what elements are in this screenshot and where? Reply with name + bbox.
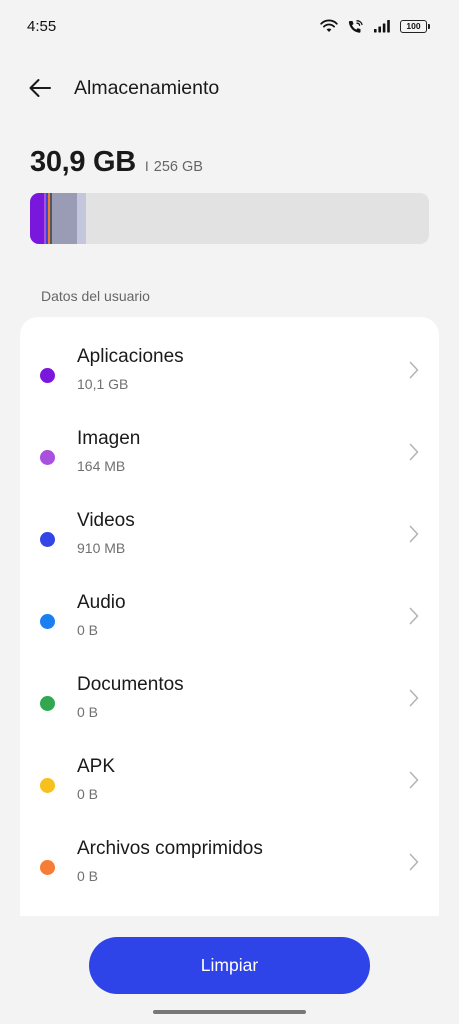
category-name: Aplicaciones [77,346,184,367]
arrow-left-icon [28,78,52,103]
storage-summary: 30,9 GB I 256 GB [30,146,203,179]
storage-bar-segment [30,193,44,244]
chevron-right-icon [409,689,419,712]
category-item-audio[interactable]: Audio 0 B [20,572,439,654]
status-icons: 100 [320,19,430,34]
chevron-right-icon [409,443,419,466]
category-size: 0 B [77,704,99,720]
category-name: Audio [77,592,126,613]
category-size: 0 B [77,868,99,884]
category-size: 910 MB [77,540,126,556]
category-size: 0 B [77,622,99,638]
category-color-dot [40,532,55,547]
wifi-icon [320,19,338,33]
chevron-right-icon [409,853,419,876]
section-label: Datos del usuario [41,288,150,304]
category-name: Videos [77,510,135,531]
chevron-right-icon [409,771,419,794]
status-bar: 4:55 100 [0,0,459,52]
app-header: Almacenamiento [0,66,459,114]
category-name: Documentos [77,674,184,695]
category-item-imagen[interactable]: Imagen 164 MB [20,408,439,490]
chevron-right-icon [409,361,419,384]
storage-separator: I [144,158,149,174]
wifi-call-icon [347,19,364,34]
category-name: Archivos comprimidos [77,838,263,859]
total-storage: 256 GB [153,159,203,175]
category-item-documentos[interactable]: Documentos 0 B [20,654,439,736]
used-storage: 30,9 GB [30,146,136,178]
category-color-dot [40,860,55,875]
storage-bar-segment [52,193,78,244]
battery-icon: 100 [400,19,430,33]
category-color-dot [40,450,55,465]
page-title: Almacenamiento [74,77,220,99]
category-color-dot [40,614,55,629]
category-color-dot [40,778,55,793]
signal-icon [373,19,391,33]
category-item-apk[interactable]: APK 0 B [20,736,439,818]
chevron-right-icon [409,525,419,548]
category-color-dot [40,368,55,383]
category-color-dot [40,696,55,711]
clean-button[interactable]: Limpiar [89,937,370,994]
storage-bar-segment [77,193,86,244]
category-size: 10,1 GB [77,376,129,392]
home-indicator[interactable] [153,1010,306,1014]
status-time: 4:55 [27,17,57,35]
category-name: APK [77,756,116,777]
category-card: Aplicaciones 10,1 GB Imagen 164 MB Video… [20,317,439,932]
category-item-videos[interactable]: Videos 910 MB [20,490,439,572]
category-item-archivos-comprimidos[interactable]: Archivos comprimidos 0 B [20,818,439,900]
category-size: 0 B [77,786,99,802]
chevron-right-icon [409,607,419,630]
category-name: Imagen [77,428,141,449]
category-size: 164 MB [77,458,126,474]
category-item-aplicaciones[interactable]: Aplicaciones 10,1 GB [20,326,439,408]
storage-usage-bar [30,193,429,244]
back-button[interactable] [20,72,60,108]
